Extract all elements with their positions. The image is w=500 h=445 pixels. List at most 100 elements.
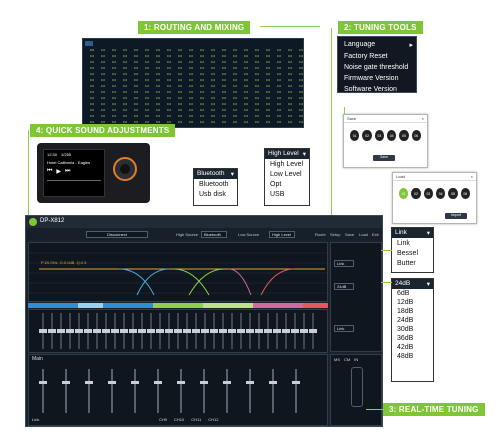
matrix-cell[interactable]: 0.0	[252, 54, 262, 59]
matrix-cell[interactable]: 0.0	[252, 60, 262, 65]
matrix-cell[interactable]: 0.0	[208, 108, 218, 113]
eq-graph[interactable]: P:20.0Hz, G:0.0dB, Q:4.3	[28, 242, 328, 302]
matrix-cell[interactable]: 0.0	[241, 48, 251, 53]
matrix-cell[interactable]: 0.0	[186, 48, 196, 53]
matrix-cell[interactable]: 0.0	[296, 84, 306, 89]
matrix-cell[interactable]: 0.0	[153, 54, 163, 59]
volume-knob[interactable]	[113, 157, 137, 181]
matrix-cell[interactable]: 0.0	[186, 84, 196, 89]
matrix-cell[interactable]: 0.0	[285, 48, 295, 53]
eq-band-slider[interactable]	[138, 313, 146, 349]
matrix-cell[interactable]: 0.0	[98, 78, 108, 83]
type-popup-header[interactable]: Link ▾	[392, 228, 433, 238]
matrix-cell[interactable]: 0.0	[98, 114, 108, 119]
matrix-cell[interactable]: 0.0	[109, 54, 119, 59]
source-option-bluetooth[interactable]: Bluetooth	[194, 179, 237, 189]
menu-item-firmware-version[interactable]: Firmware Version	[338, 73, 416, 84]
matrix-cell[interactable]: 0.0	[98, 48, 108, 53]
matrix-cell[interactable]: 0.0	[98, 96, 108, 101]
matrix-cell[interactable]: 0.0	[109, 48, 119, 53]
close-icon[interactable]: ×	[471, 174, 473, 179]
matrix-cell[interactable]: 0.0	[219, 96, 229, 101]
preset-slot[interactable]: 02	[362, 130, 372, 141]
matrix-cell[interactable]: 0.0	[252, 102, 262, 107]
matrix-cell[interactable]: 0.0	[164, 102, 174, 107]
matrix-cell[interactable]: 0.0	[87, 72, 97, 77]
matrix-cell[interactable]: 0.0	[241, 114, 251, 119]
eq-band-slider[interactable]	[174, 313, 182, 349]
menu-item-software-version[interactable]: Software Version	[338, 84, 416, 95]
matrix-cell[interactable]: 0.0	[197, 84, 207, 89]
slope-option[interactable]: 30dB	[392, 325, 433, 334]
save-button[interactable]: Save	[373, 155, 395, 161]
matrix-cell[interactable]: 0.0	[219, 84, 229, 89]
slope-option[interactable]: 12dB	[392, 298, 433, 307]
matrix-cell[interactable]: 0.0	[241, 72, 251, 77]
matrix-cell[interactable]: 0.0	[241, 78, 251, 83]
matrix-cell[interactable]: 0.0	[175, 108, 185, 113]
fader-panel[interactable]: Main Link CH9 CH10 CH11 CH12	[28, 354, 328, 426]
eq-band-slider[interactable]	[39, 313, 47, 349]
matrix-cell[interactable]: 0.0	[252, 66, 262, 71]
matrix-cell[interactable]: 0.0	[175, 66, 185, 71]
matrix-cell[interactable]: 0.0	[263, 48, 273, 53]
slope-option[interactable]: 48dB	[392, 352, 433, 361]
matrix-cell[interactable]: 0.0	[296, 54, 306, 59]
matrix-cell[interactable]: 0.0	[197, 48, 207, 53]
matrix-cell[interactable]: 0.0	[142, 114, 152, 119]
matrix-cell[interactable]: 0.0	[230, 54, 240, 59]
preset-slot[interactable]: 05	[448, 188, 458, 199]
matrix-cell[interactable]: 0.0	[164, 66, 174, 71]
slope-options[interactable]: 6dB 12dB 18dB 24dB 30dB 36dB 42dB 48dB	[392, 289, 433, 361]
matrix-cell[interactable]: 0.0	[230, 102, 240, 107]
eq-band-slider[interactable]	[147, 313, 155, 349]
matrix-cell[interactable]: 0.0	[208, 72, 218, 77]
matrix-cell[interactable]: 0.0	[197, 60, 207, 65]
eq-band-slider[interactable]	[102, 313, 110, 349]
preset-slot[interactable]: 02	[411, 188, 421, 199]
matrix-cell[interactable]: 0.0	[208, 96, 218, 101]
matrix-cell[interactable]: 0.0	[164, 84, 174, 89]
matrix-cell[interactable]: 0.0	[87, 108, 97, 113]
matrix-cell[interactable]: 0.0	[296, 102, 306, 107]
progress-bar[interactable]	[47, 180, 101, 181]
eq-band-slider[interactable]	[183, 313, 191, 349]
matrix-cell[interactable]: 0.0	[109, 78, 119, 83]
preset-slot[interactable]: 01	[399, 188, 409, 199]
toolbar-route[interactable]: Route	[315, 232, 326, 237]
matrix-cell[interactable]: 0.0	[230, 108, 240, 113]
matrix-cell[interactable]: 0.0	[263, 90, 273, 95]
matrix-cell[interactable]: 0.0	[109, 90, 119, 95]
matrix-cell[interactable]: 0.0	[87, 54, 97, 59]
matrix-cell[interactable]: 0.0	[208, 60, 218, 65]
matrix-cell[interactable]: 0.0	[109, 60, 119, 65]
matrix-cell[interactable]: 0.0	[263, 108, 273, 113]
matrix-cell[interactable]: 0.0	[241, 60, 251, 65]
type-option-link[interactable]: Link	[392, 238, 433, 248]
matrix-cell[interactable]: 0.0	[296, 78, 306, 83]
matrix-cell[interactable]: 0.0	[153, 102, 163, 107]
matrix-cell[interactable]: 0.0	[285, 108, 295, 113]
slope-popup[interactable]: 24dB ▾ 6dB 12dB 18dB 24dB 30dB 36dB 42dB 48dB	[391, 278, 434, 382]
matrix-cell[interactable]: 0.0	[164, 48, 174, 53]
matrix-cell[interactable]: 0.0	[296, 72, 306, 77]
matrix-cell[interactable]: 0.0	[120, 54, 130, 59]
matrix-cell[interactable]: 0.0	[120, 60, 130, 65]
matrix-cell[interactable]: 0.0	[186, 120, 196, 125]
high-source-select[interactable]: Bluetooth	[201, 231, 227, 238]
matrix-cell[interactable]: 0.0	[142, 102, 152, 107]
matrix-cell[interactable]: 0.0	[175, 48, 185, 53]
matrix-cell[interactable]: 0.0	[164, 108, 174, 113]
matrix-cell[interactable]: 0.0	[241, 84, 251, 89]
matrix-cell[interactable]: 0.0	[131, 96, 141, 101]
matrix-cell[interactable]: 0.0	[263, 66, 273, 71]
matrix-cell[interactable]: 0.0	[98, 60, 108, 65]
matrix-cell[interactable]: 0.0	[230, 90, 240, 95]
channel-fader[interactable]	[85, 369, 93, 413]
matrix-cell[interactable]: 0.0	[120, 114, 130, 119]
matrix-cell[interactable]: 0.0	[175, 114, 185, 119]
matrix-cell[interactable]: 0.0	[274, 66, 284, 71]
matrix-cell[interactable]: 0.0	[219, 72, 229, 77]
toolbar-save[interactable]: Save	[345, 232, 354, 237]
channel-fader[interactable]	[62, 369, 70, 413]
